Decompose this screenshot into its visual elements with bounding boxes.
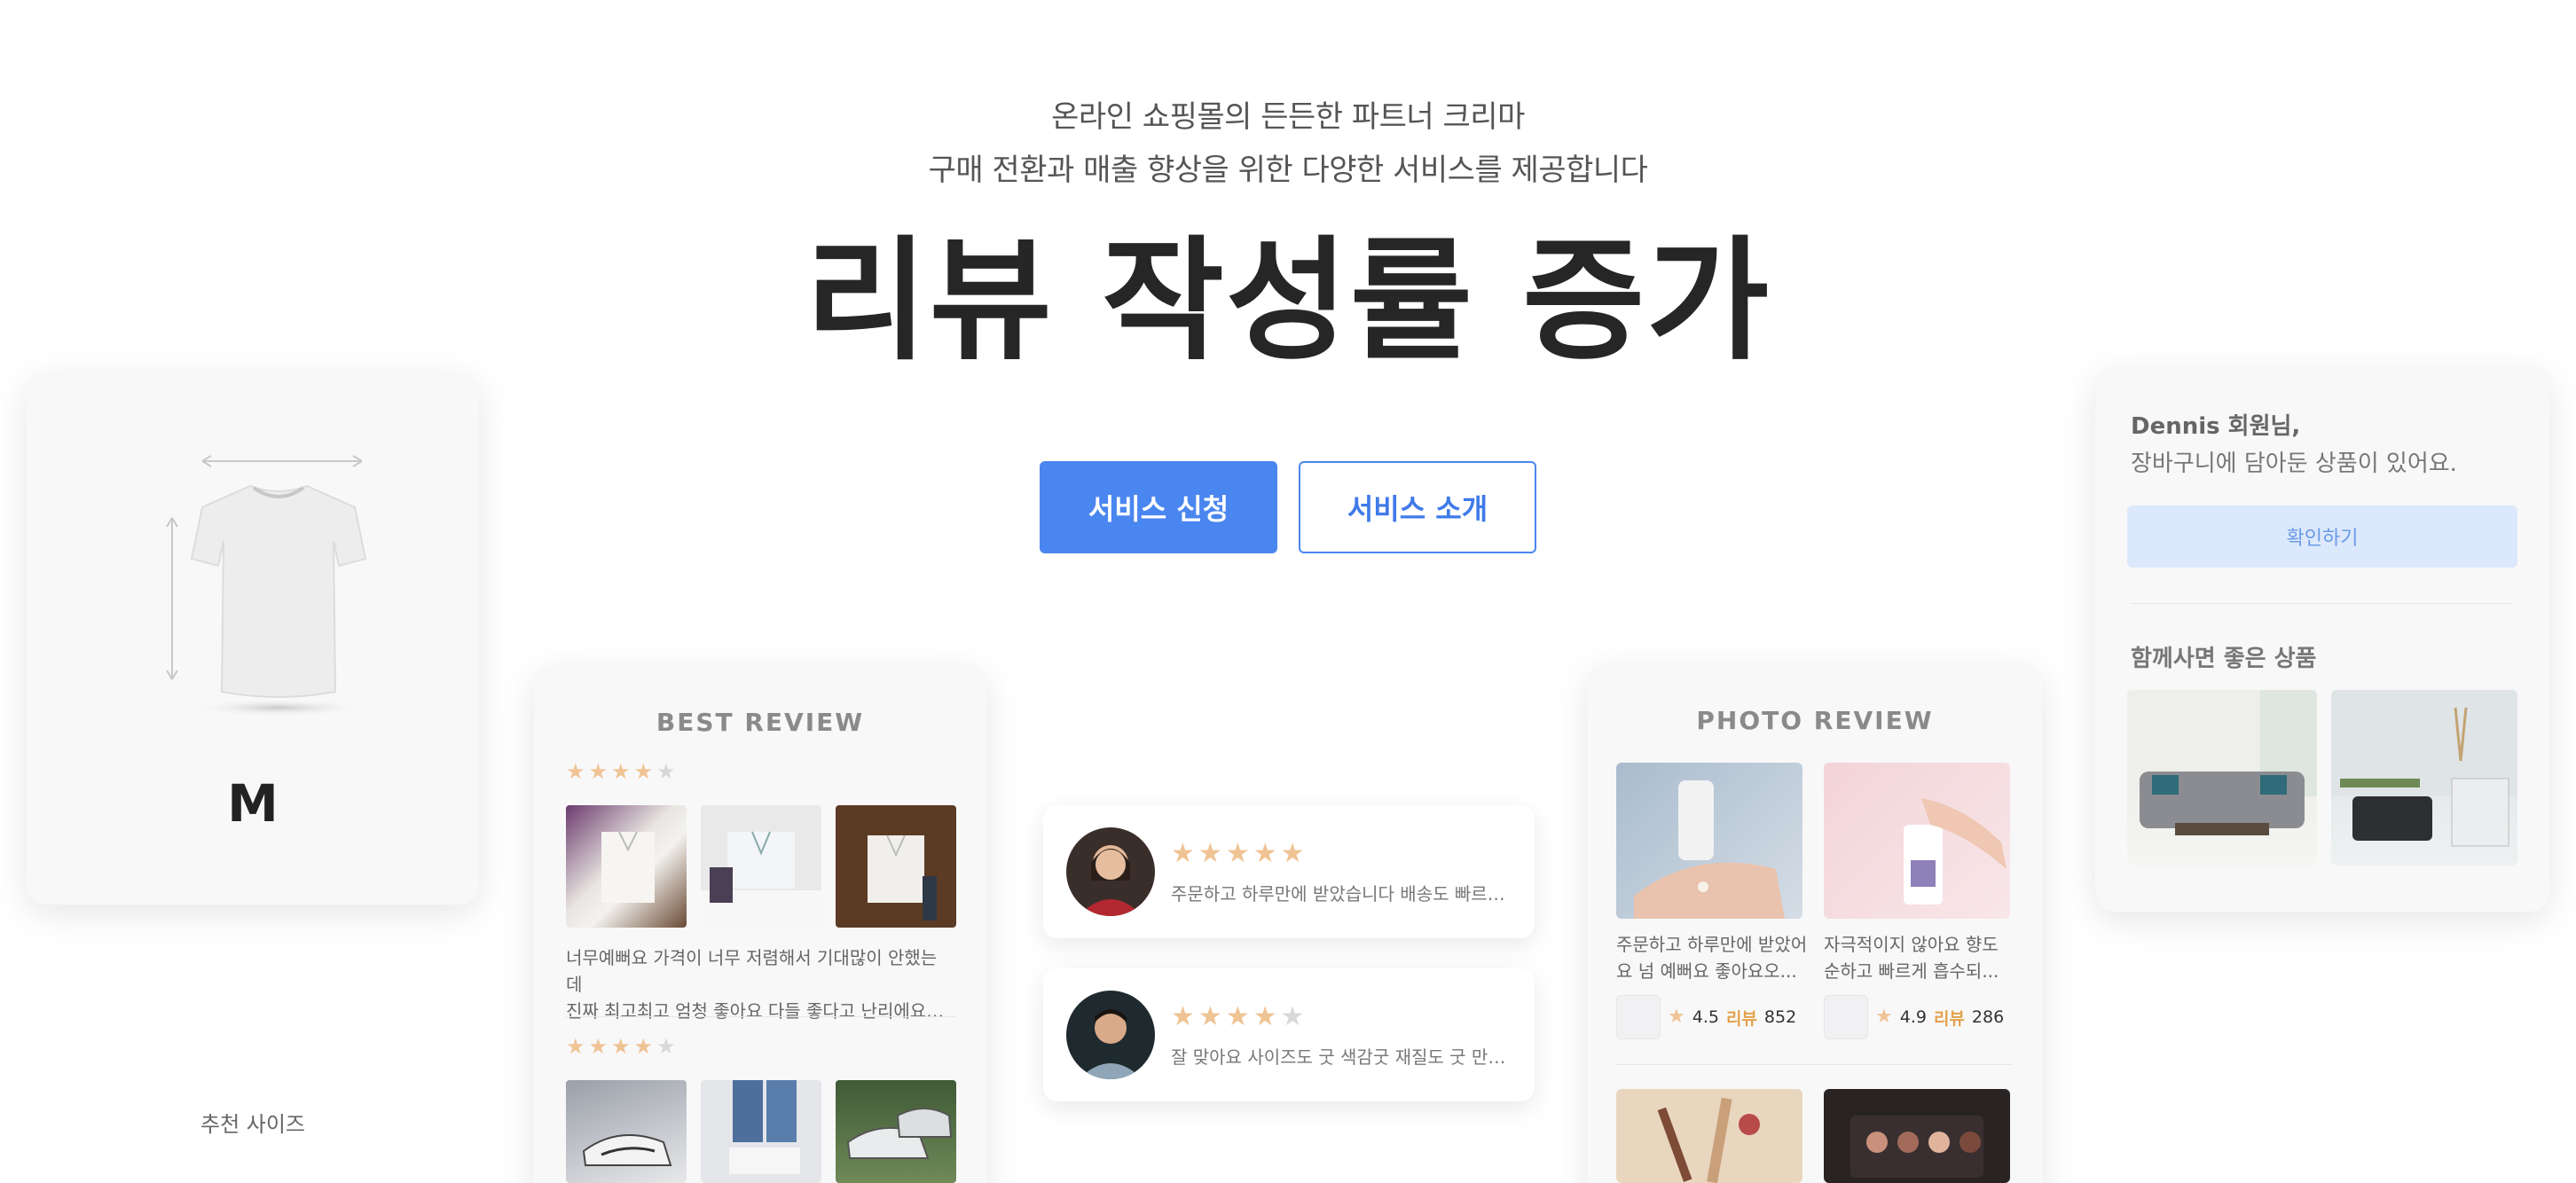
star-icon: ★ <box>1280 838 1305 869</box>
review-photo-shirt-1[interactable] <box>566 805 687 928</box>
hero-headline: 리뷰 작성률 증가 <box>805 224 1771 379</box>
hero-subtitle-line1: 온라인 쇼핑몰의 든든한 파트너 크리마 <box>1051 99 1525 135</box>
review-snippet-card[interactable]: ★ ★ ★ ★ ★ 잘 맞아요 사이즈도 굿 색감굿 재질도 굿 만족... <box>1043 968 1535 1101</box>
star-icon: ★ <box>588 1034 609 1059</box>
review-count-label: 리뷰 <box>1725 1008 1757 1029</box>
review-rating: ★ ★ ★ ★ ★ <box>566 1036 676 1057</box>
review-photo-jeans[interactable] <box>701 1080 821 1183</box>
recommended-size-value: M <box>227 773 279 834</box>
review-photo-sneaker-1[interactable] <box>566 1080 687 1183</box>
best-review-card: BEST REVIEW ★ ★ ★ ★ ★ 너무예뻐요 가격이 너무 저렴해서 기대많이… <box>534 665 986 1183</box>
cart-reminder-card: Dennis 회원님, 장바구니에 담아둔 상품이 있어요. 확인하기 함께사면… <box>2095 367 2549 912</box>
review-photo-sneaker-2[interactable] <box>836 1080 956 1183</box>
photo-review-text: 주문하고 하루만에 받았어 요 넘 예뻐요 좋아요오... <box>1616 931 1811 984</box>
photo-review-card: PHOTO REVIEW 주문하고 하루만에 받았어 요 넘 예뻐요 좋아요오.… <box>1588 663 2042 1183</box>
review-text-line: 너무예뻐요 가격이 너무 저렴해서 기대많이 안했는 데 <box>566 947 938 995</box>
tshirt-image <box>166 455 367 717</box>
best-review-text: 너무예뻐요 가격이 너무 저렴해서 기대많이 안했는 데 진짜 최고최고 엄청 … <box>566 944 956 1024</box>
review-text-line: 진짜 최고최고 엄청 좋아요 다들 좋다고 난리에요… <box>566 1000 945 1022</box>
star-icon: ★ <box>1198 1001 1222 1032</box>
review-divider <box>1616 1064 2012 1065</box>
star-icon: ★ <box>1253 1001 1277 1032</box>
review-text-line: 자극적이지 않아요 향도 <box>1824 934 1999 955</box>
star-icon: ★ <box>1253 838 1277 869</box>
best-review-title: BEST REVIEW <box>656 708 865 737</box>
star-icon: ★ <box>633 759 654 784</box>
recommended-products-title: 함께사면 좋은 상품 <box>2131 646 2317 672</box>
cart-greeting: Dennis 회원님, <box>2131 413 2301 440</box>
review-text-line: 요 넘 예뻐요 좋아요오... <box>1616 960 1797 982</box>
photo-review-image-4[interactable] <box>1824 1089 2010 1183</box>
star-icon: ★ <box>1668 1006 1685 1028</box>
star-icon: ★ <box>611 1034 631 1059</box>
confirm-button[interactable]: 확인하기 <box>2127 505 2517 568</box>
review-divider <box>566 1016 956 1017</box>
review-count: 286 <box>1971 1007 2005 1027</box>
review-photo-shirt-3[interactable] <box>836 805 956 928</box>
cart-message: 장바구니에 담아둔 상품이 있어요. <box>2131 450 2457 477</box>
service-apply-button[interactable]: 서비스 신청 <box>1040 461 1277 553</box>
product-rating: 4.9 <box>1899 1007 1927 1027</box>
photo-review-title: PHOTO REVIEW <box>1696 706 1934 735</box>
product-summary[interactable]: ★ 4.5 리뷰 852 <box>1616 995 1796 1039</box>
star-icon: ★ <box>1225 838 1250 869</box>
star-icon: ★ <box>566 1034 585 1059</box>
photo-review-image-2[interactable] <box>1824 763 2010 919</box>
star-icon: ★ <box>633 1034 654 1059</box>
review-count-label: 리뷰 <box>1933 1008 1965 1029</box>
recommended-product-sofa-2[interactable] <box>2331 690 2517 866</box>
photo-review-image-1[interactable] <box>1616 763 1802 919</box>
review-text-line: 주문하고 하루만에 받았어 <box>1616 934 1808 955</box>
review-photo-shirt-2[interactable] <box>701 805 821 928</box>
avatar <box>1066 991 1155 1079</box>
star-icon: ★ <box>1171 838 1195 869</box>
review-rating: ★ ★ ★ ★ ★ <box>1171 1004 1305 1030</box>
photo-review-text: 자극적이지 않아요 향도 순하고 빠르게 흡수되... <box>1824 931 2019 984</box>
review-count: 852 <box>1763 1007 1797 1027</box>
avatar <box>1066 827 1155 916</box>
star-icon: ★ <box>611 759 631 784</box>
product-thumbnail <box>1824 995 1868 1039</box>
product-rating: 4.5 <box>1692 1007 1719 1027</box>
star-icon: ★ <box>656 759 676 784</box>
review-rating: ★ ★ ★ ★ ★ <box>566 761 676 782</box>
star-icon: ★ <box>588 759 609 784</box>
product-thumbnail <box>1616 995 1661 1039</box>
product-summary[interactable]: ★ 4.9 리뷰 286 <box>1824 995 2004 1039</box>
review-snippet-text: 주문하고 하루만에 받았습니다 배송도 빠르고... <box>1171 883 1517 905</box>
review-rating: ★ ★ ★ ★ ★ <box>1171 841 1305 867</box>
star-icon: ★ <box>1280 1001 1305 1032</box>
photo-review-image-3[interactable] <box>1616 1089 1802 1183</box>
star-icon: ★ <box>1875 1006 1893 1028</box>
star-icon: ★ <box>656 1034 676 1059</box>
recommended-product-sofa-1[interactable] <box>2127 690 2317 866</box>
star-icon: ★ <box>566 759 585 784</box>
service-intro-button[interactable]: 서비스 소개 <box>1299 461 1536 553</box>
star-icon: ★ <box>1171 1001 1195 1032</box>
review-snippet-text: 잘 맞아요 사이즈도 굿 색감굿 재질도 굿 만족... <box>1171 1046 1517 1068</box>
hero-subtitle-line2: 구매 전환과 매출 향상을 위한 다양한 서비스를 제공합니다 <box>928 153 1648 188</box>
recommended-size-label: 추천 사이즈 <box>200 1112 306 1137</box>
cart-divider <box>2131 603 2512 604</box>
star-icon: ★ <box>1198 838 1222 869</box>
size-recommendation-card: 추천 사이즈 M <box>27 372 479 1137</box>
review-text-line: 순하고 빠르게 흡수되... <box>1824 960 1999 982</box>
star-icon: ★ <box>1225 1001 1250 1032</box>
review-snippet-card[interactable]: ★ ★ ★ ★ ★ 주문하고 하루만에 받았습니다 배송도 빠르고... <box>1043 805 1535 938</box>
